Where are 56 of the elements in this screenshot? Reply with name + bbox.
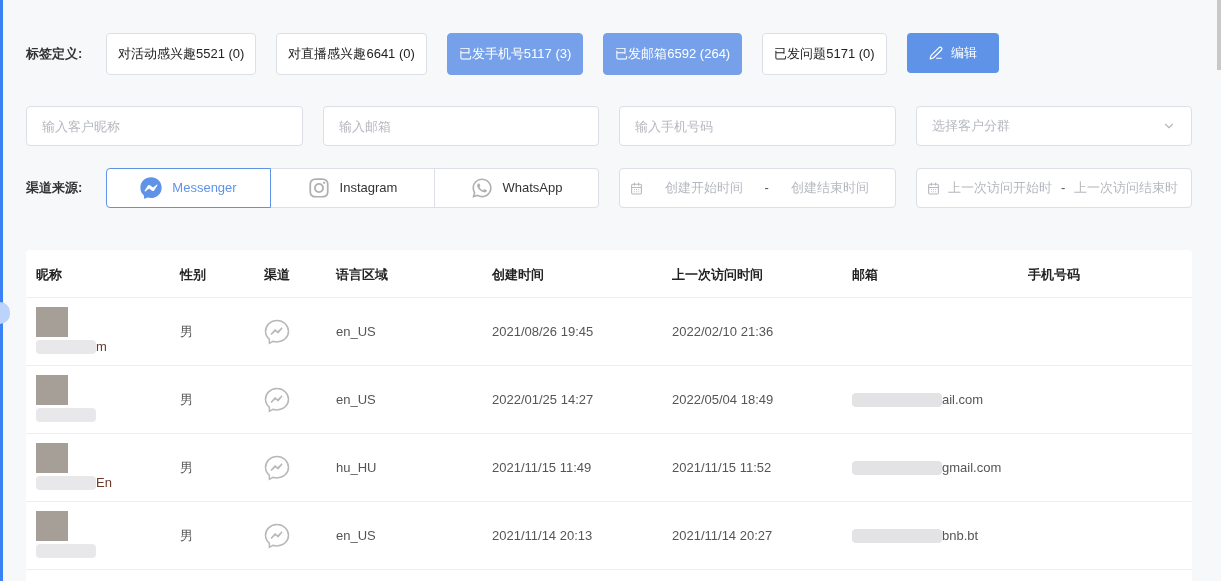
- channel-tab[interactable]: Instagram: [270, 168, 435, 208]
- messenger-icon: [140, 177, 163, 199]
- photo-placeholder: [36, 306, 68, 337]
- table-cell: 2022/02/10 21:36: [672, 323, 774, 339]
- tag-button[interactable]: 对直播感兴趣6641 (0): [276, 33, 427, 75]
- table-cell: hu_HU: [336, 459, 377, 475]
- nickname-text: m: [96, 337, 107, 356]
- calendar-icon: [630, 181, 643, 195]
- table-cell: en_US: [336, 323, 376, 339]
- column-header: 创建时间: [492, 266, 544, 282]
- search-field[interactable]: 输入手机号码: [619, 106, 896, 146]
- messenger-icon: [264, 454, 290, 481]
- calendar-icon: [926, 181, 940, 195]
- filter-label: 渠道来源:: [26, 179, 84, 198]
- email-text: ail.com: [942, 390, 984, 409]
- table-cell: 2021/11/15 11:52: [672, 459, 772, 475]
- scrollbar: [1217, 0, 1221, 70]
- messenger-icon: [264, 522, 290, 549]
- tag-button[interactable]: 对活动感兴趣5521 (0): [106, 33, 257, 75]
- tag-button[interactable]: 已发问题5171 (0): [762, 33, 887, 75]
- nickname-text: En: [96, 473, 112, 492]
- table-cell: 2021/11/15 11:49: [492, 459, 592, 475]
- table-cell: en_US: [336, 527, 376, 543]
- search-field[interactable]: 输入邮箱: [322, 106, 599, 146]
- table-cell: 男: [180, 527, 193, 543]
- instagram-icon: [307, 177, 330, 199]
- column-header: 上一次访问时间: [672, 266, 763, 282]
- column-header: 渠道: [264, 266, 290, 282]
- table-cell: 2021/11/14 20:13: [492, 527, 593, 543]
- collapse-handle[interactable]: [0, 302, 10, 324]
- channel-tab[interactable]: WhatsApp: [434, 168, 599, 208]
- table-cell: en_US: [336, 391, 376, 407]
- table-cell: 2021/11/14 20:27: [672, 527, 773, 543]
- table-cell: 2022/05/04 18:49: [672, 391, 774, 407]
- messenger-icon: [264, 318, 290, 345]
- column-header: 昵称: [36, 266, 62, 282]
- search-field[interactable]: 输入客户昵称: [26, 106, 303, 146]
- date-range-field[interactable]: 创建开始时间 - 创建结束时间: [619, 168, 896, 208]
- photo-placeholder: [36, 442, 68, 473]
- column-header: 手机号码: [1028, 266, 1080, 282]
- table-cell: 男: [180, 459, 193, 475]
- pen-icon: [928, 46, 943, 60]
- table-cell: 2021/08/26 19:45: [492, 323, 594, 339]
- whatsapp-icon: [470, 177, 493, 199]
- email-text: gmail.com: [942, 458, 1002, 477]
- table-cell: 2022/01/25 14:27: [492, 391, 594, 407]
- photo-placeholder: [36, 374, 68, 405]
- table-cell: 男: [180, 391, 193, 407]
- table-cell: 男: [180, 323, 193, 339]
- photo-placeholder: [36, 510, 68, 541]
- column-header: 性别: [180, 266, 206, 282]
- filter-label: 标签定义:: [26, 45, 84, 64]
- column-header: 邮箱: [852, 266, 878, 282]
- column-header: 语言区域: [336, 266, 388, 282]
- messenger-icon: [264, 386, 290, 413]
- email-text: bnb.bt: [942, 526, 979, 545]
